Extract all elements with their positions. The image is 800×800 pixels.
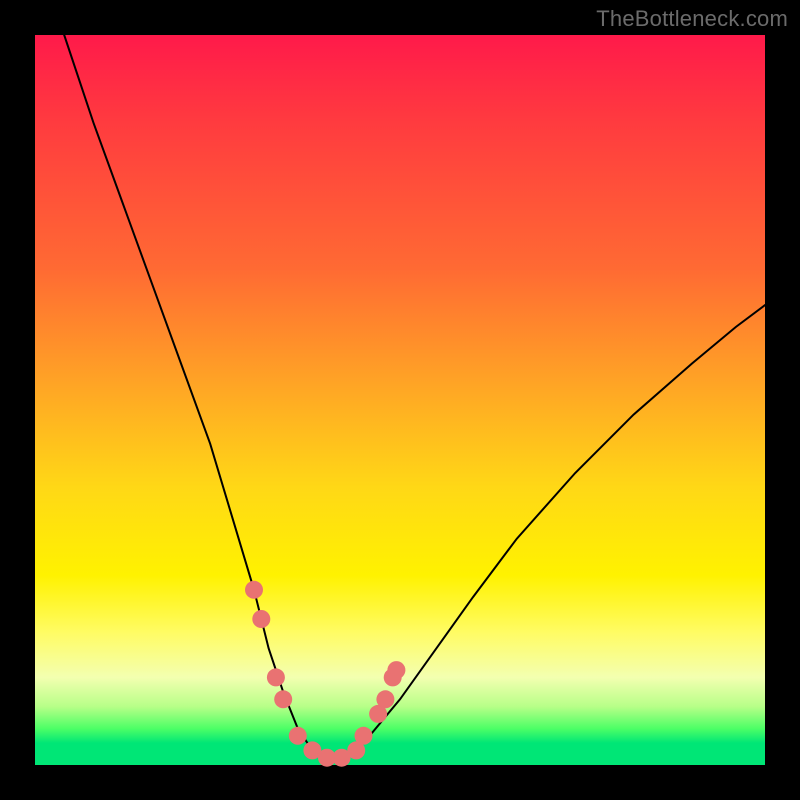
highlight-dot <box>376 690 394 708</box>
highlight-dot <box>267 668 285 686</box>
highlight-dot <box>355 727 373 745</box>
highlight-dots <box>245 581 405 767</box>
highlight-dot <box>274 690 292 708</box>
highlight-dot <box>387 661 405 679</box>
highlight-dot <box>252 610 270 628</box>
highlight-dot <box>289 727 307 745</box>
bottleneck-curve <box>64 35 765 758</box>
watermark-text: TheBottleneck.com <box>596 6 788 32</box>
highlight-dot <box>245 581 263 599</box>
chart-frame: TheBottleneck.com <box>0 0 800 800</box>
curve-layer <box>35 35 765 765</box>
